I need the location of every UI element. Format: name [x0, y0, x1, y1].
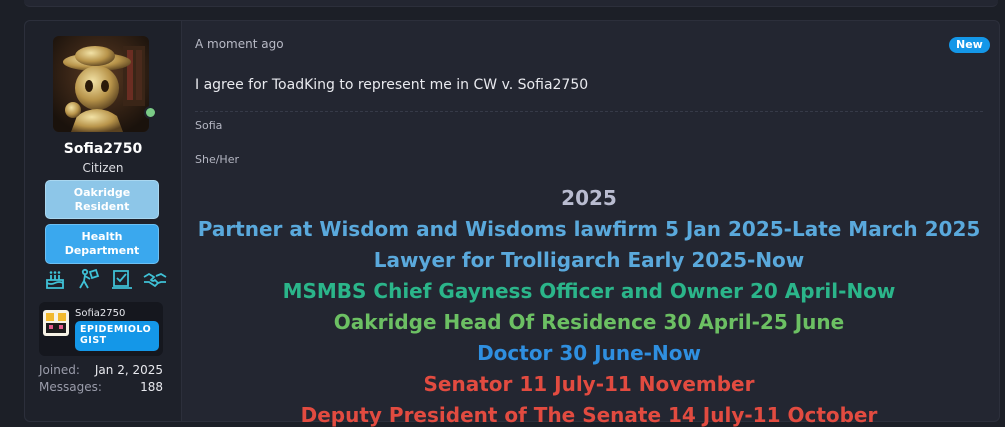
banner-tag: EPIDEMIOLO GIST: [75, 321, 159, 351]
user-title: Citizen: [82, 161, 124, 175]
signature-year-heading: 2025: [561, 186, 617, 210]
post-timestamp[interactable]: A moment ago: [195, 37, 284, 51]
checklist-icon[interactable]: [110, 268, 134, 290]
cake-icon[interactable]: [43, 268, 67, 290]
role-badge-label: Oakridge Resident: [73, 185, 131, 213]
signature-pronouns: She/Her: [195, 153, 239, 166]
new-badge: New: [949, 37, 990, 53]
user-banner-card: Sofia2750 EPIDEMIOLO GIST: [39, 302, 163, 356]
role-badge-label: Health Department: [64, 230, 140, 257]
role-badge-oakridge-resident: Oakridge Resident: [45, 180, 159, 219]
username[interactable]: Sofia2750: [25, 141, 181, 157]
stat-messages: Messages: 188: [39, 380, 163, 394]
forum-post: Sofia2750 Citizen Oakridge Resident Heal…: [24, 20, 1000, 427]
signature-role-line: Doctor 30 June-Now: [477, 341, 701, 365]
previous-post-edge: [24, 0, 998, 7]
role-badge-health-department: Health Department: [45, 224, 159, 264]
stat-value: Jan 2, 2025: [94, 363, 163, 377]
avatar[interactable]: [53, 36, 149, 132]
trophy-icons: [43, 268, 167, 290]
signature-role-line: Lawyer for Trolligarch Early 2025-Now: [373, 248, 805, 272]
signature-role-line: Partner at Wisdom and Wisdoms lawfirm 5 …: [197, 217, 981, 241]
signature-role-line: Senator 11 July-11 November: [423, 372, 755, 396]
stat-label: Joined:: [39, 363, 80, 377]
online-status-indicator: [144, 106, 157, 119]
stat-joined: Joined: Jan 2, 2025: [39, 363, 163, 377]
banner-username: Sofia2750: [75, 308, 126, 319]
signature-role-line: MSMBS Chief Gayness Officer and Owner 20…: [282, 279, 896, 303]
signature-role-line: Oakridge Head Of Residence 30 April-25 J…: [333, 310, 845, 334]
signature-divider: [195, 111, 983, 112]
stat-label: Messages:: [39, 380, 102, 394]
stat-value[interactable]: 188: [140, 380, 163, 394]
signature-name: Sofia: [195, 119, 223, 132]
handshake-icon[interactable]: [143, 268, 167, 290]
signature-role-line: Deputy President of The Senate 14 July-1…: [300, 403, 878, 427]
worker-icon[interactable]: [76, 268, 100, 290]
user-info-panel: Sofia2750 Citizen Oakridge Resident Heal…: [25, 21, 182, 421]
banner-avatar: [43, 310, 69, 336]
post-message: I agree for ToadKing to represent me in …: [195, 77, 589, 93]
